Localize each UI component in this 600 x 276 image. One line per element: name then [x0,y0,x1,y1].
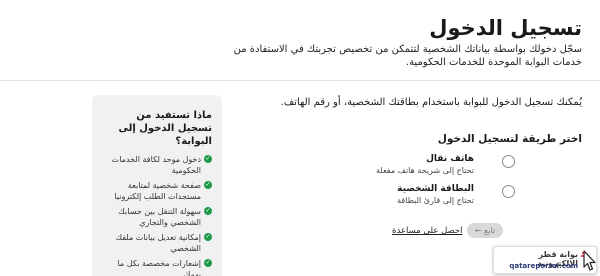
site-logo: بوابة قطر الإلكترونية qatareportal.com [493,246,597,274]
benefit-text: صفحة شخصية لمتابعة مستجدات الطلب إلكترون… [114,181,201,201]
check-icon: ✓ [204,155,212,163]
id-card-option-title: البطاقة الشخصية [397,184,474,194]
benefit-text: إمكانية تعديل بيانات ملفك الشخصي [115,233,202,253]
check-icon: ✓ [204,233,212,241]
mobile-radio[interactable] [502,155,515,168]
check-icon: ✓ [204,259,212,267]
check-icon: ✓ [204,181,212,189]
cursor-icon [581,250,596,271]
benefit-text: سهولة التنقل بين حسابك الشخصي والتجاري [118,207,201,227]
help-link[interactable]: احصل على مساعدة [392,226,463,236]
login-option-mobile[interactable]: هاتف نقال تحتاج إلى شريحة هاتف مفعلة [360,152,600,182]
mobile-option-title: هاتف نقال [426,154,474,164]
benefit-item: ✓ إمكانية تعديل بيانات ملفك الشخصي [102,232,212,254]
benefits-title: ماذا تستفيد من تسجيل الدخول إلى البوابة؟ [118,110,212,147]
benefit-item: ✓ صفحة شخصية لمتابعة مستجدات الطلب إلكتر… [102,180,212,202]
benefit-item: ✓ إشعارات مخصصة بكل ما يهمك [102,258,212,276]
benefits-panel: ماذا تستفيد من تسجيل الدخول إلى البوابة؟… [92,95,222,276]
benefit-item: ✓ سهولة التنقل بين حسابك الشخصي والتجاري [102,206,212,228]
login-method-heading: اختر طريقة لتسجيل الدخول [437,133,582,145]
benefit-text: إشعارات مخصصة بكل ما يهمك [117,259,201,276]
login-option-id-card[interactable]: البطاقة الشخصية تحتاج إلى قارئ البطاقة [360,182,600,212]
id-card-radio[interactable] [502,185,515,198]
benefit-text: دخول موحد لكافة الخدمات الحكومية [111,155,201,175]
intro-text: يُمكنك تسجيل الدخول للبوابة باستخدام بطا… [280,97,582,108]
login-page: تسجيل الدخول سجّل دخولك بواسطة بياناتك ا… [0,0,600,276]
check-icon: ✓ [204,207,212,215]
benefit-item: ✓ دخول موحد لكافة الخدمات الحكومية [102,154,212,176]
id-card-option-desc: تحتاج إلى قارئ البطاقة [397,196,474,205]
mobile-option-desc: تحتاج إلى شريحة هاتف مفعلة [376,166,474,175]
next-button[interactable]: تابع ← [467,223,503,238]
header-divider [0,80,600,81]
logo-domain: qatareportal.com [509,262,578,270]
page-title: تسجيل الدخول [429,16,582,40]
page-subtitle: سجّل دخولك بواسطة بياناتك الشخصية لتتمكن… [233,44,582,68]
